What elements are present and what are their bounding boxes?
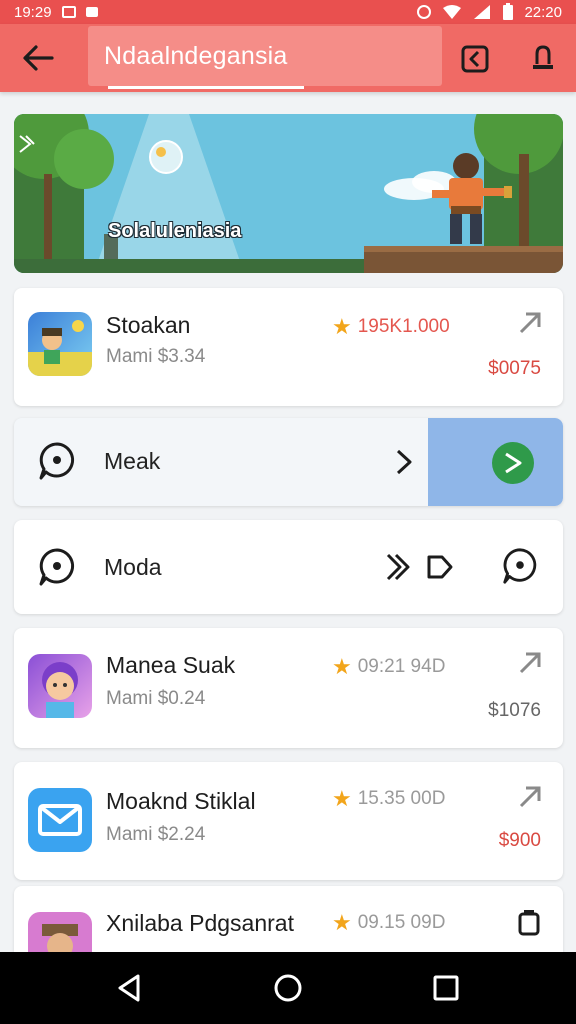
app-rating: ★ 195K1.000 — [332, 314, 450, 339]
location-chat-icon — [39, 548, 75, 586]
app-price: $900 — [498, 830, 541, 851]
app-rating: ★ 15.35 00D — [332, 786, 446, 811]
app-icon — [28, 912, 92, 952]
list-item[interactable]: Manea Suak Mami $0.24 ★ 09:21 94D $1076 — [14, 628, 563, 748]
game-scene-illustration — [14, 114, 563, 273]
app-price: $1076 — [488, 700, 541, 721]
list-item[interactable]: Xnilaba Pdgsanrat ★ 09.15 09D — [14, 886, 563, 952]
app-title: Manea Suak — [106, 652, 236, 678]
trend-arrow-icon[interactable] — [515, 782, 545, 812]
swipe-action-panel[interactable] — [428, 418, 563, 506]
back-square-button[interactable] — [456, 40, 494, 78]
star-icon: ★ — [332, 654, 352, 679]
wifi-icon — [443, 5, 462, 19]
app-icon — [28, 788, 92, 852]
search-title-field[interactable]: Ndaalndegansia — [88, 26, 442, 86]
home-circle-icon[interactable] — [270, 970, 306, 1006]
app-title: Stoakan — [106, 312, 191, 338]
bell-icon — [533, 45, 553, 69]
trend-arrow-icon[interactable] — [515, 648, 545, 678]
app-subtitle: Mami $0.24 — [106, 688, 206, 709]
status-clock: 22:20 — [524, 3, 562, 21]
avatar-girl-illustration — [42, 662, 78, 718]
app-title: Moaknd Stiklal — [106, 788, 256, 814]
app-icon — [28, 654, 92, 718]
chevron-right-icon — [396, 449, 412, 475]
mail-icon — [38, 804, 82, 836]
explorer-character-illustration — [42, 924, 78, 952]
trend-arrow-icon[interactable] — [515, 308, 545, 338]
app-rating: ★ 09:21 94D — [332, 654, 446, 679]
chevron-square-icon — [461, 45, 489, 73]
image-notification-icon — [61, 6, 76, 18]
app-icon — [28, 312, 92, 376]
notification-button[interactable] — [524, 40, 562, 78]
back-button[interactable] — [18, 38, 58, 78]
signal-icon — [474, 5, 491, 19]
list-item[interactable]: Stoakan Mami $3.34 ★ 195K1.000 $0075 — [14, 288, 563, 406]
app-subtitle: Mami $3.34 — [106, 346, 206, 367]
app-bar: Ndaalndegansia — [0, 24, 576, 92]
list-item[interactable]: Moaknd Stiklal Mami $2.24 ★ 15.35 00D $9… — [14, 762, 563, 880]
app-rating: ★ 09.15 09D — [332, 910, 446, 935]
status-bar: 19:29 22:20 — [0, 0, 576, 24]
banner-caption: Solaluleniasia — [108, 220, 242, 242]
clipboard-icon[interactable] — [517, 908, 541, 938]
row-label: Moda — [104, 554, 162, 580]
message-notification-icon — [85, 7, 98, 17]
arrow-left-icon — [23, 45, 54, 71]
location-chat-icon — [39, 442, 75, 480]
alarm-icon — [417, 5, 432, 19]
featured-banner[interactable]: Solaluleniasia — [14, 114, 563, 273]
battery-icon — [503, 3, 514, 20]
play-icon — [505, 452, 522, 474]
system-navigation-bar — [0, 952, 576, 1024]
tab-indicator — [108, 86, 304, 89]
chevron-right-icon[interactable] — [14, 132, 38, 156]
app-subtitle: Mami $2.24 — [106, 824, 206, 845]
app-price: $0075 — [488, 358, 541, 379]
recents-square-icon[interactable] — [428, 970, 464, 1006]
list-row-moda[interactable]: Moda — [14, 520, 563, 614]
page-title: Ndaalndegansia — [104, 41, 288, 70]
status-time: 19:29 — [14, 3, 52, 21]
star-icon: ★ — [332, 786, 352, 811]
chat-bubble-icon[interactable] — [500, 546, 540, 586]
list-row-meak[interactable]: Meak — [14, 418, 563, 506]
star-icon: ★ — [332, 314, 352, 339]
star-icon: ★ — [332, 910, 352, 935]
app-title: Xnilaba Pdgsanrat — [106, 910, 294, 936]
play-button[interactable] — [492, 442, 534, 484]
label-tag-icon[interactable] — [426, 554, 454, 580]
back-triangle-icon[interactable] — [112, 970, 148, 1006]
game-character-illustration — [28, 320, 92, 376]
row-label: Meak — [104, 448, 161, 474]
double-chevron-icon[interactable] — [384, 552, 412, 582]
